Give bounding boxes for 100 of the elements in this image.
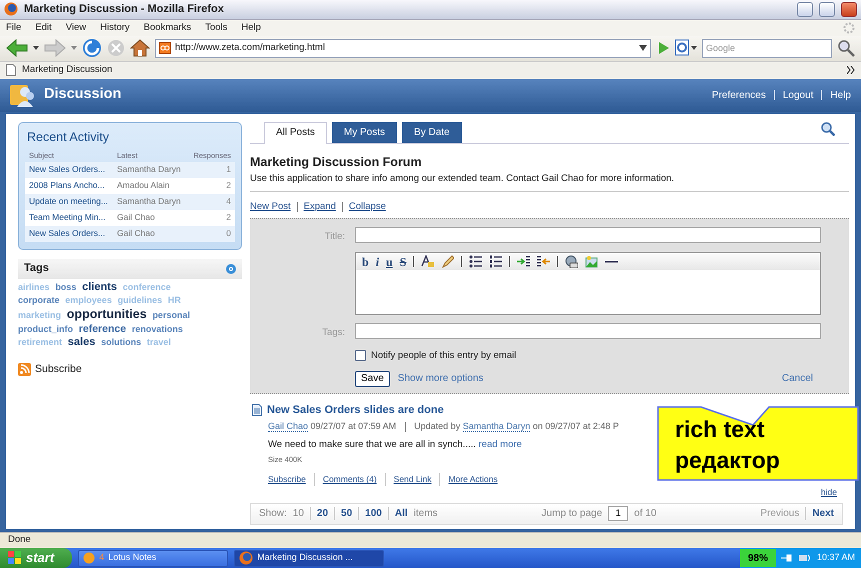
tag-link[interactable]: product_info — [18, 324, 73, 334]
author-link[interactable]: Gail Chao — [268, 421, 308, 432]
format-button[interactable]: u — [386, 256, 393, 268]
search-field[interactable]: Google — [702, 38, 832, 58]
action-link[interactable]: New Post — [250, 200, 291, 214]
format-button[interactable]: S — [400, 256, 406, 268]
menu-item[interactable]: View — [66, 20, 86, 35]
table-cell-text: 2 — [225, 211, 231, 224]
tag-link[interactable]: reference — [78, 322, 126, 335]
header-link[interactable]: Logout — [782, 88, 814, 103]
tags-field[interactable] — [355, 323, 821, 340]
dropdown-icon[interactable] — [639, 45, 647, 52]
start-button[interactable]: start — [0, 548, 72, 568]
post-action-link[interactable]: Comments (4) — [322, 473, 377, 486]
rich-text-editor[interactable]: b i u S — [355, 252, 821, 316]
firefox-icon — [239, 551, 254, 565]
page-size-link[interactable]: All — [394, 506, 408, 522]
format-button[interactable]: b — [362, 256, 369, 268]
back-icon[interactable] — [6, 39, 28, 58]
author-link[interactable]: Samantha Daryn — [462, 421, 530, 432]
tag-link[interactable]: renovations — [132, 324, 183, 334]
read-more-link[interactable]: read more — [478, 438, 522, 450]
menu-item[interactable]: Help — [241, 20, 261, 35]
subject-link[interactable]: New Sales Orders... — [29, 163, 117, 176]
reload-icon[interactable] — [82, 38, 102, 58]
app-icon — [83, 552, 96, 564]
font-color-icon[interactable] — [421, 255, 434, 268]
image-icon[interactable] — [585, 255, 598, 268]
save-button[interactable]: Save — [355, 370, 390, 387]
windows-logo-icon — [8, 551, 22, 565]
chevron-icon[interactable] — [847, 66, 855, 74]
menu-item[interactable]: File — [6, 20, 22, 35]
title-field[interactable] — [355, 227, 821, 244]
page-size-link[interactable]: 20 — [316, 506, 328, 522]
minimize-button[interactable] — [797, 2, 813, 17]
menu-item[interactable]: History — [100, 20, 130, 35]
menu-item[interactable]: Tools — [205, 20, 228, 35]
rss-icon — [18, 363, 31, 376]
home-icon[interactable] — [130, 39, 150, 58]
close-button[interactable] — [841, 2, 857, 17]
taskbar-button[interactable]: 4 Lotus Notes — [78, 550, 228, 566]
indent-icon[interactable] — [517, 255, 530, 268]
bulleted-list-icon[interactable] — [469, 255, 482, 268]
highlighter-icon[interactable] — [441, 255, 454, 268]
subscribe-link[interactable]: Subscribe — [35, 362, 82, 378]
tag-link[interactable]: boss — [55, 282, 76, 292]
header-link[interactable]: Preferences — [712, 88, 766, 103]
post-action-link[interactable]: More Actions — [448, 473, 498, 486]
search-engine-icon[interactable] — [675, 39, 697, 58]
search-icon[interactable] — [837, 39, 855, 58]
panel-title: Recent Activity — [27, 128, 110, 146]
subject-link[interactable]: 2008 Plans Ancho... — [29, 179, 117, 192]
post-title[interactable]: New Sales Orders slides are done — [267, 402, 444, 418]
taskbar-button[interactable]: Marketing Discussion ... — [234, 550, 384, 566]
cancel-link[interactable]: Cancel — [782, 371, 813, 386]
hide-link[interactable]: hide — [820, 487, 837, 498]
menu-item[interactable]: Bookmarks — [144, 20, 192, 35]
page-icon — [159, 42, 171, 54]
restore-button[interactable] — [819, 2, 835, 17]
subject-link[interactable]: Team Meeting Min... — [29, 211, 117, 224]
tag-link[interactable]: solutions — [101, 337, 142, 348]
page-field[interactable]: 1 — [608, 506, 628, 522]
page-size-link[interactable]: 100 — [365, 506, 382, 522]
dropdown-icon[interactable] — [33, 46, 39, 50]
page-icon — [6, 64, 16, 76]
tab[interactable]: My Posts — [332, 122, 398, 143]
table-cell-text: Samantha Daryn — [117, 163, 182, 176]
pager-label: Jump to page — [542, 507, 602, 522]
forum-title: Marketing Discussion Forum — [250, 154, 423, 171]
search-icon[interactable] — [821, 122, 835, 136]
more-options-link[interactable]: Show more options — [398, 371, 484, 386]
numbered-list-icon[interactable] — [489, 255, 502, 268]
post-action-link[interactable]: Subscribe — [268, 473, 306, 486]
outdent-icon[interactable] — [537, 255, 550, 268]
action-link[interactable]: Collapse — [348, 200, 386, 214]
subject-link[interactable]: Update on meeting... — [29, 195, 117, 208]
clock: 10:37 AM — [816, 551, 855, 564]
tag-link[interactable]: personal — [152, 310, 190, 320]
subject-link[interactable]: New Sales Orders... — [29, 227, 117, 240]
format-button[interactable]: i — [376, 256, 380, 268]
header-link[interactable]: Help — [830, 88, 851, 103]
table-cell-text: Amadou Alain — [117, 179, 170, 192]
tag-link[interactable]: corporate — [18, 295, 60, 306]
checkbox[interactable] — [355, 350, 366, 362]
post-action-link[interactable]: Send Link — [394, 473, 432, 486]
status-text: Done — [8, 533, 31, 548]
browser-tab[interactable]: Marketing Discussion — [22, 63, 112, 78]
next-link[interactable]: Next — [812, 506, 834, 522]
pager-label: items — [414, 507, 438, 522]
tab[interactable]: All Posts — [264, 122, 327, 144]
table-cell-text: Gail Chao — [117, 227, 156, 240]
tag-link[interactable]: clients — [82, 280, 117, 293]
address-field[interactable]: http://www.zeta.com/marketing.html — [155, 38, 651, 58]
menu-item[interactable]: Edit — [35, 20, 52, 35]
tag-link[interactable]: opportunities — [66, 306, 147, 321]
tab[interactable]: By Date — [402, 122, 462, 143]
page-size-link[interactable]: 50 — [341, 506, 352, 522]
tag-link[interactable]: sales — [68, 336, 96, 348]
field-label: Title: — [324, 230, 345, 244]
action-link[interactable]: Expand — [304, 200, 336, 214]
